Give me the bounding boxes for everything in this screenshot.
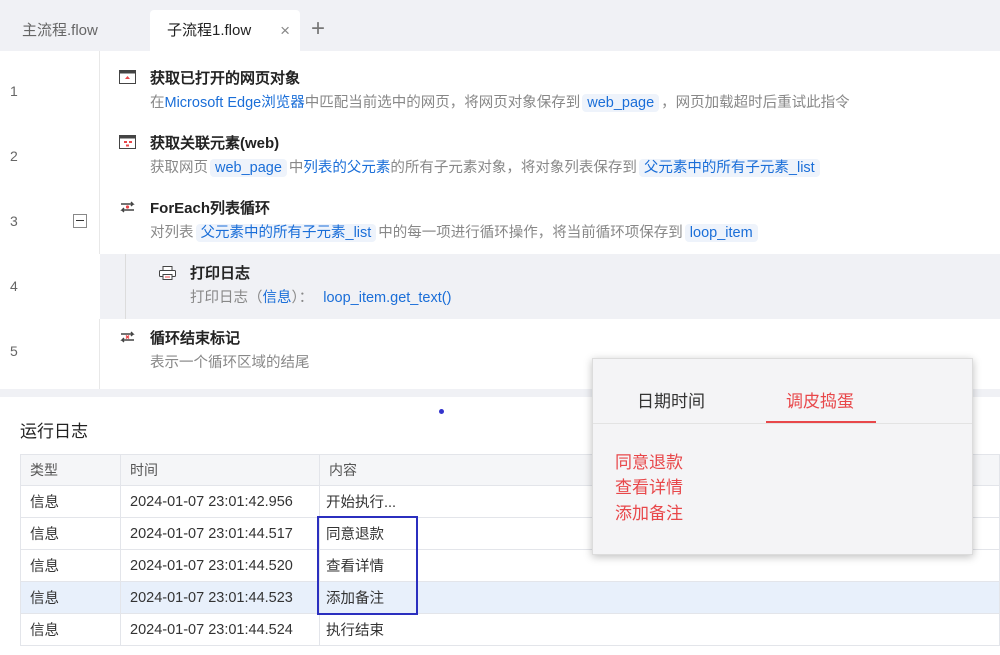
column-header-type[interactable]: 类型 xyxy=(20,454,121,486)
command-title: 获取关联元素(web) xyxy=(150,135,280,152)
add-tab-icon[interactable]: + xyxy=(311,14,325,44)
flow-line-3[interactable]: 3 ForEach列表循环 对列表 父元素中的所有子元素_list 中的每一项进行循… xyxy=(0,189,1000,254)
popup-tab-datetime[interactable]: 日期时间 xyxy=(637,387,705,412)
popup-window: 日期时间 调皮捣蛋 同意退款 查看详情 添加备注 xyxy=(592,358,973,555)
flow-line-2[interactable]: 2 获取关联元素(web) 获取网页 web_page 中列表的父元素的所有子元素对… xyxy=(0,124,1000,189)
cell-time: 2024-01-07 23:01:44.523 xyxy=(120,581,320,614)
variable-chip[interactable]: 父元素中的所有子元素_list xyxy=(638,159,820,177)
cell-type: 信息 xyxy=(20,517,121,550)
command-title: ForEach列表循环 xyxy=(150,200,271,217)
line-number: 1 xyxy=(10,83,18,99)
tab-main-flow[interactable]: 主流程.flow xyxy=(0,10,150,51)
line-number: 2 xyxy=(10,148,18,164)
command-description: 打印日志（信息）： loop_item.get_text() xyxy=(190,290,452,306)
tab-subflow-1[interactable]: 子流程1.flow × xyxy=(150,10,300,51)
tab-label: 主流程.flow xyxy=(22,22,98,39)
printer-icon xyxy=(159,266,176,280)
variable-chip[interactable]: 父元素中的所有子元素_list xyxy=(195,224,377,242)
popup-tab-mischief[interactable]: 调皮捣蛋 xyxy=(786,387,854,412)
close-icon[interactable]: × xyxy=(280,10,290,51)
table-row[interactable]: 信息 2024-01-07 23:01:44.524 执行结束 xyxy=(20,613,1000,646)
cell-type: 信息 xyxy=(20,485,121,518)
cell-type: 信息 xyxy=(20,613,121,646)
line-number: 5 xyxy=(10,343,18,359)
highlight-annotation-box xyxy=(317,516,418,615)
cell-time: 2024-01-07 23:01:44.524 xyxy=(120,613,320,646)
table-row-selected[interactable]: 信息 2024-01-07 23:01:44.523 添加备注 xyxy=(20,581,1000,614)
drag-handle-dot xyxy=(439,409,444,414)
popup-list-item[interactable]: 查看详情 xyxy=(615,473,683,498)
variable-chip[interactable]: web_page xyxy=(582,94,660,112)
flow-editor: 1 获取已打开的网页对象 在Microsoft Edge浏览器中匹配当前选中的网… xyxy=(0,51,1000,389)
command-description: 在Microsoft Edge浏览器中匹配当前选中的网页，将网页对象保存到 web… xyxy=(150,94,850,112)
run-log-title: 运行日志 xyxy=(20,422,88,441)
cell-content: 执行结束 xyxy=(319,613,1000,646)
popup-tab-divider xyxy=(593,423,972,424)
cell-time: 2024-01-07 23:01:44.520 xyxy=(120,549,320,582)
variable-chip[interactable]: loop_item xyxy=(684,224,758,242)
cell-time: 2024-01-07 23:01:42.956 xyxy=(120,485,320,518)
loop-end-icon xyxy=(120,331,135,343)
expression-value[interactable]: loop_item.get_text() xyxy=(323,290,451,306)
cell-content: 添加备注 xyxy=(319,581,1000,614)
line-number: 3 xyxy=(10,213,18,229)
command-title: 打印日志 xyxy=(190,265,251,282)
command-title: 获取已打开的网页对象 xyxy=(150,70,301,87)
cell-type: 信息 xyxy=(20,581,121,614)
command-title: 循环结束标记 xyxy=(150,330,241,347)
popup-list-item[interactable]: 添加备注 xyxy=(615,499,683,524)
loop-icon xyxy=(120,201,135,213)
tab-label: 子流程1.flow xyxy=(167,22,252,39)
variable-chip[interactable]: web_page xyxy=(210,159,287,177)
command-description: 对列表 父元素中的所有子元素_list 中的每一项进行循环操作，将当前循环项保存到 l… xyxy=(150,221,760,242)
cell-time: 2024-01-07 23:01:44.517 xyxy=(120,517,320,550)
popup-list-item[interactable]: 同意退款 xyxy=(615,448,683,473)
cell-type: 信息 xyxy=(20,549,121,582)
flow-line-4[interactable]: 4 打印日志 打印日志（信息）： loop_item.get_text() xyxy=(0,254,1000,319)
flow-line-1[interactable]: 1 获取已打开的网页对象 在Microsoft Edge浏览器中匹配当前选中的网… xyxy=(0,59,1000,124)
browser-window-icon xyxy=(119,70,136,84)
command-description: 获取网页 web_page 中列表的父元素的所有子元素对象，将对象列表保存到 父元素中… xyxy=(150,156,822,177)
web-element-icon xyxy=(119,135,136,149)
column-header-time[interactable]: 时间 xyxy=(120,454,320,486)
active-tab-indicator xyxy=(766,421,876,423)
file-tab-bar: 主流程.flow 子流程1.flow × + xyxy=(0,0,1000,51)
collapse-toggle[interactable] xyxy=(73,214,87,228)
command-description: 表示一个循环区域的结尾 xyxy=(150,355,310,371)
line-number: 4 xyxy=(0,254,100,319)
